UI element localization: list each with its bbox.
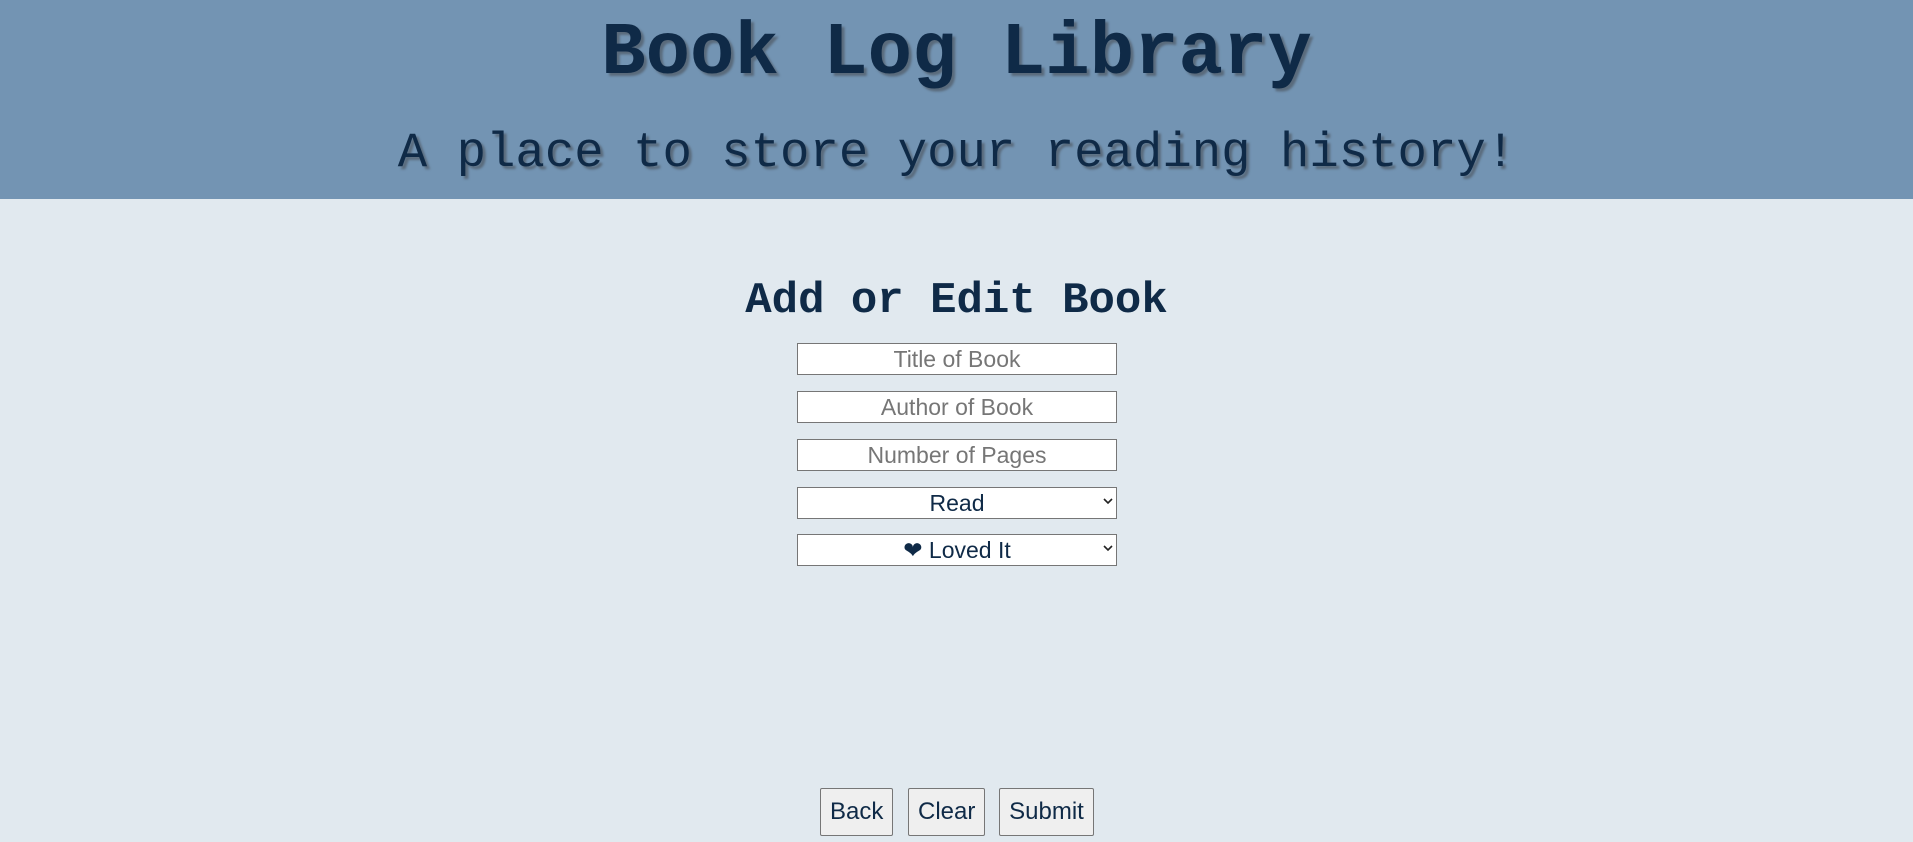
clear-button[interactable]: Clear bbox=[908, 788, 985, 836]
rating-select[interactable]: ❤ Loved It bbox=[797, 534, 1117, 566]
status-select[interactable]: Read bbox=[797, 487, 1117, 519]
back-button[interactable]: Back bbox=[820, 788, 893, 836]
form-heading: Add or Edit Book bbox=[745, 276, 1168, 326]
site-title: Book Log Library bbox=[601, 12, 1312, 96]
rating-select-wrapper: ❤ Loved It bbox=[797, 534, 1117, 566]
title-input[interactable] bbox=[797, 343, 1117, 375]
site-subtitle: A place to store your reading history! bbox=[397, 125, 1516, 181]
status-select-wrapper: Read bbox=[797, 487, 1117, 519]
site-header: Book Log Library A place to store your r… bbox=[0, 0, 1913, 199]
pages-input[interactable] bbox=[797, 439, 1117, 471]
submit-button[interactable]: Submit bbox=[999, 788, 1094, 836]
author-input[interactable] bbox=[797, 391, 1117, 423]
